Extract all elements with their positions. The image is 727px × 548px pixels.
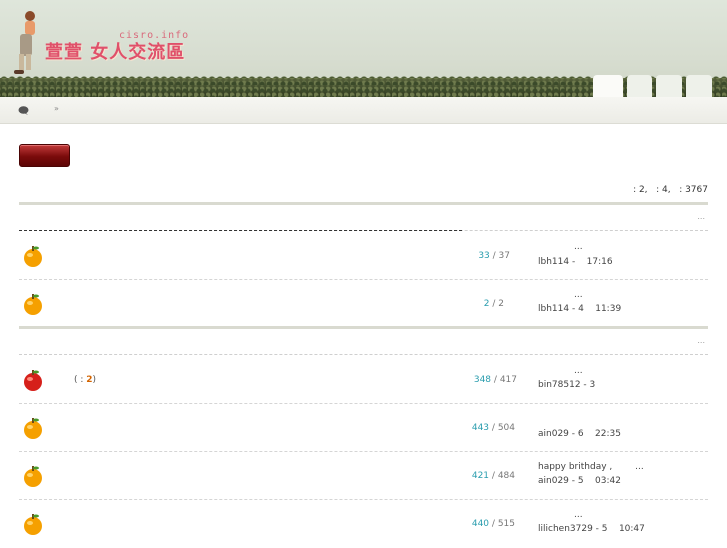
forum-row[interactable]: 2 / 2 ... lbh114 - 4 11:39 bbox=[19, 280, 708, 328]
topic-post-counts: 348 / 417 bbox=[473, 375, 517, 385]
topic-count: 348 bbox=[473, 375, 492, 385]
section-title-underline bbox=[19, 230, 462, 231]
moderator-note-post: ) bbox=[92, 375, 97, 385]
breadcrumb-separator: » bbox=[54, 104, 59, 113]
orange-fruit-icon bbox=[24, 418, 42, 439]
topic-post-counts: 421 / 484 bbox=[471, 471, 515, 481]
topic-count: 440 bbox=[471, 519, 490, 529]
orange-fruit-icon bbox=[24, 466, 42, 487]
topic-post-counts: 440 / 515 bbox=[471, 519, 515, 529]
forum-stats: : 2, : 4, : 3767 bbox=[633, 185, 708, 195]
nav-tab-2[interactable] bbox=[627, 75, 652, 97]
topic-count: 443 bbox=[471, 423, 490, 433]
topic-count: 33 bbox=[478, 251, 490, 261]
logo-girl-figure-icon bbox=[14, 11, 35, 74]
nav-tab-4[interactable] bbox=[686, 75, 712, 97]
nav-tab-1[interactable] bbox=[593, 75, 623, 97]
post-count: 2 bbox=[498, 299, 504, 309]
home-bubble-icon[interactable] bbox=[18, 106, 29, 115]
red-apple-icon bbox=[24, 370, 42, 391]
section-collapse-toggle[interactable]: ... bbox=[697, 212, 705, 221]
nav-tab-3[interactable] bbox=[656, 75, 682, 97]
last-post-meta[interactable]: ain029 - 6 22:35 bbox=[538, 429, 621, 439]
orange-fruit-icon bbox=[24, 246, 42, 267]
last-post-title[interactable]: ... bbox=[574, 510, 583, 520]
last-post-meta[interactable]: bin78512 - 3 bbox=[538, 380, 595, 390]
section-collapse-toggle[interactable]: ... bbox=[697, 336, 705, 345]
moderator-note: ( : 2) bbox=[74, 375, 96, 385]
topic-count: 2 bbox=[483, 299, 490, 309]
orange-fruit-icon bbox=[24, 294, 42, 315]
last-post-title[interactable]: ... bbox=[574, 290, 583, 300]
new-post-button[interactable] bbox=[19, 144, 70, 167]
last-post-meta[interactable]: lbh114 - 17:16 bbox=[538, 257, 613, 267]
last-post-title[interactable]: ... bbox=[574, 366, 583, 376]
site-logo-text[interactable]: 萱萱 女人交流區 bbox=[45, 38, 185, 64]
site-header: cisro.info 萱萱 女人交流區 bbox=[0, 0, 727, 97]
post-count: 504 bbox=[497, 423, 515, 433]
topic-post-counts: 33 / 37 bbox=[478, 251, 510, 261]
last-post-title[interactable]: happy brithday , ... bbox=[538, 462, 644, 472]
orange-fruit-icon bbox=[24, 514, 42, 535]
last-post-title[interactable]: ... bbox=[574, 242, 583, 252]
breadcrumb: » bbox=[0, 97, 727, 124]
last-post-meta[interactable]: ain029 - 5 03:42 bbox=[538, 476, 621, 486]
post-count: 515 bbox=[497, 519, 515, 529]
last-post-meta[interactable]: lilichen3729 - 5 10:47 bbox=[538, 524, 645, 534]
forum-row[interactable]: 443 / 504 ain029 - 6 22:35 bbox=[19, 404, 708, 452]
topic-post-counts: 443 / 504 bbox=[471, 423, 515, 433]
topic-post-counts: 2 / 2 bbox=[483, 299, 504, 309]
forum-row[interactable]: 421 / 484 happy brithday , ... ain029 - … bbox=[19, 452, 708, 500]
forum-row[interactable]: 33 / 37 ... lbh114 - 17:16 bbox=[19, 232, 708, 280]
post-count: 484 bbox=[497, 471, 515, 481]
forum-row[interactable]: ( : 2) 348 / 417 ... bin78512 - 3 bbox=[19, 356, 708, 404]
post-count: 37 bbox=[498, 251, 510, 261]
section-header-2[interactable]: ... bbox=[19, 326, 708, 355]
forum-row[interactable]: 440 / 515 ... lilichen3729 - 5 10:47 bbox=[19, 500, 708, 548]
last-post-meta[interactable]: lbh114 - 4 11:39 bbox=[538, 304, 621, 314]
moderator-note-pre: ( : bbox=[74, 375, 87, 385]
section-header-1[interactable]: ... bbox=[19, 202, 708, 231]
topic-count: 421 bbox=[471, 471, 490, 481]
post-count: 417 bbox=[499, 375, 517, 385]
